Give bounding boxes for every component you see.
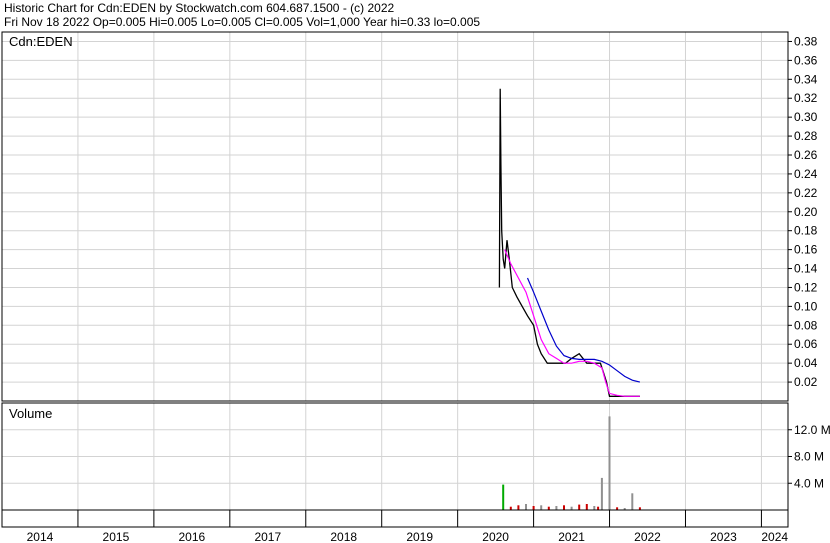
volume-bar — [555, 506, 558, 510]
year-axis-band — [1, 509, 789, 528]
price-chart-title: Cdn:EDEN — [9, 34, 73, 49]
price-y-tick-label: 0.26 — [794, 148, 818, 162]
volume-bar — [631, 493, 634, 510]
year-axis-label: 2018 — [330, 530, 357, 543]
price-y-tick-label: 0.06 — [794, 337, 818, 351]
volume-bar — [593, 506, 596, 510]
price-y-tick-label: 0.14 — [794, 262, 818, 276]
volume-y-tick-label: 4.0 M — [794, 476, 824, 490]
volume-y-tick-label: 8.0 M — [794, 450, 824, 464]
year-axis-label: 2020 — [482, 530, 509, 543]
price-y-tick-label: 0.36 — [794, 53, 818, 67]
price-y-tick-label: 0.02 — [794, 375, 818, 389]
price-y-tick-label: 0.22 — [794, 186, 818, 200]
volume-bar — [585, 504, 588, 510]
price-y-tick-label: 0.24 — [794, 167, 818, 181]
year-axis-label: 2016 — [179, 530, 206, 543]
price-y-tick-label: 0.18 — [794, 224, 818, 238]
year-axis: 2014 2015 2016 2017 2018 2019 2020 2021 2022 2023… — [1, 509, 789, 543]
price-y-tick-label: 0.30 — [794, 110, 818, 124]
volume-bar — [517, 505, 520, 510]
price-y-tick-label: 0.32 — [794, 91, 818, 105]
year-axis-label: 2023 — [710, 530, 737, 543]
volume-bar — [600, 477, 603, 510]
price-y-tick-label: 0.16 — [794, 243, 818, 257]
volume-panel: 4.0 M 8.0 M 12.0 M Volume — [1, 402, 830, 511]
volume-bar — [563, 505, 565, 510]
price-y-tick-label: 0.34 — [794, 72, 818, 86]
volume-bar — [578, 504, 581, 510]
volume-bar — [525, 504, 527, 510]
year-axis-label: 2014 — [27, 530, 54, 543]
price-y-tick-label: 0.10 — [794, 299, 818, 313]
year-axis-label: 2015 — [103, 530, 130, 543]
price-y-tick-label: 0.38 — [794, 34, 818, 48]
volume-bar — [540, 505, 543, 510]
volume-bar — [532, 506, 535, 510]
price-y-tick-label: 0.12 — [794, 280, 818, 294]
price-y-tick-label: 0.04 — [794, 356, 818, 370]
volume-bar — [608, 416, 611, 510]
price-panel: 0.02 0.04 0.06 0.08 0.10 0.12 0.14 0.16 0.18 0.20… — [1, 31, 818, 402]
volume-bar — [502, 484, 505, 510]
price-plot-area — [2, 32, 788, 401]
chart-canvas: 0.02 0.04 0.06 0.08 0.10 0.12 0.14 0.16 0.18 0.20… — [1, 31, 830, 543]
year-axis-label: 2022 — [634, 530, 661, 543]
year-axis-label: 2021 — [558, 530, 585, 543]
year-axis-label: 2017 — [254, 530, 281, 543]
price-y-tick-label: 0.08 — [794, 318, 818, 332]
price-y-tick-label: 0.28 — [794, 129, 818, 143]
price-y-tick-label: 0.20 — [794, 205, 818, 219]
year-axis-label: 2019 — [406, 530, 433, 543]
volume-chart-title: Volume — [9, 406, 52, 421]
year-axis-label: 2024 — [761, 530, 788, 543]
volume-y-tick-label: 12.0 M — [794, 423, 830, 437]
